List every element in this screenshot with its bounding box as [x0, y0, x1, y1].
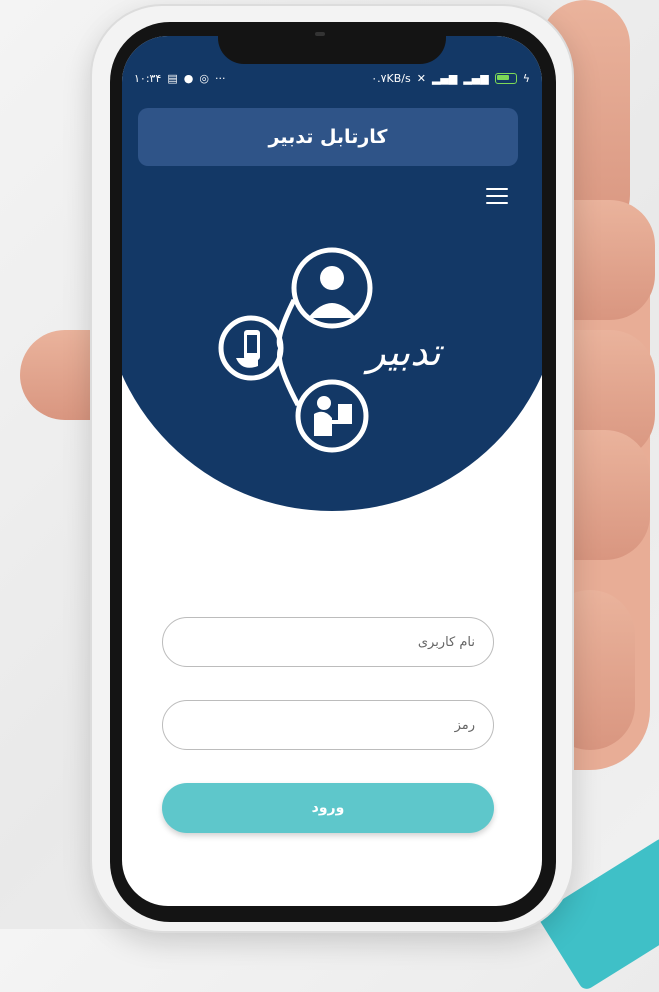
- sim-card-icon: ▤: [167, 71, 178, 85]
- hamburger-menu-icon[interactable]: [486, 188, 508, 204]
- tadbir-logo: تدبیر: [218, 247, 444, 453]
- app-title-bar: کارتابل تدبیر: [138, 108, 518, 166]
- signal-icon: ▂▄▆: [431, 71, 458, 85]
- phone-notch: [218, 22, 446, 64]
- more-dots-icon: ···: [214, 71, 226, 85]
- logo-wordmark: تدبیر: [363, 330, 444, 375]
- person-at-desk-icon: [314, 396, 352, 436]
- password-input[interactable]: [162, 700, 494, 750]
- sync-icon: ◎: [199, 71, 209, 85]
- notch-speaker: [315, 32, 325, 36]
- status-bar: ۱۰:۳۴ ▤ ● ◎ ··· ۰.۷KB/s ✕ ▂▄▆ ▂▄▆ ϟ: [122, 66, 542, 90]
- vpn-icon: ✕: [416, 71, 426, 85]
- battery-icon: [494, 72, 517, 84]
- username-input[interactable]: [162, 617, 494, 667]
- charging-icon: ϟ: [522, 71, 530, 85]
- mobile-phone-icon: [236, 330, 260, 368]
- user-icon: [308, 266, 356, 318]
- phone-screen: ۱۰:۳۴ ▤ ● ◎ ··· ۰.۷KB/s ✕ ▂▄▆ ▂▄▆ ϟ کارت…: [122, 36, 542, 906]
- network-speed: ۰.۷KB/s: [371, 71, 411, 85]
- signal-icon: ▂▄▆: [463, 71, 489, 85]
- status-left: ۱۰:۳۴ ▤ ● ◎ ···: [134, 72, 225, 85]
- location-icon: ●: [183, 71, 194, 85]
- status-right: ۰.۷KB/s ✕ ▂▄▆ ▂▄▆ ϟ: [371, 72, 530, 85]
- login-button[interactable]: ورود: [162, 783, 494, 833]
- status-time: ۱۰:۳۴: [134, 71, 162, 85]
- app-title: کارتابل تدبیر: [268, 126, 388, 148]
